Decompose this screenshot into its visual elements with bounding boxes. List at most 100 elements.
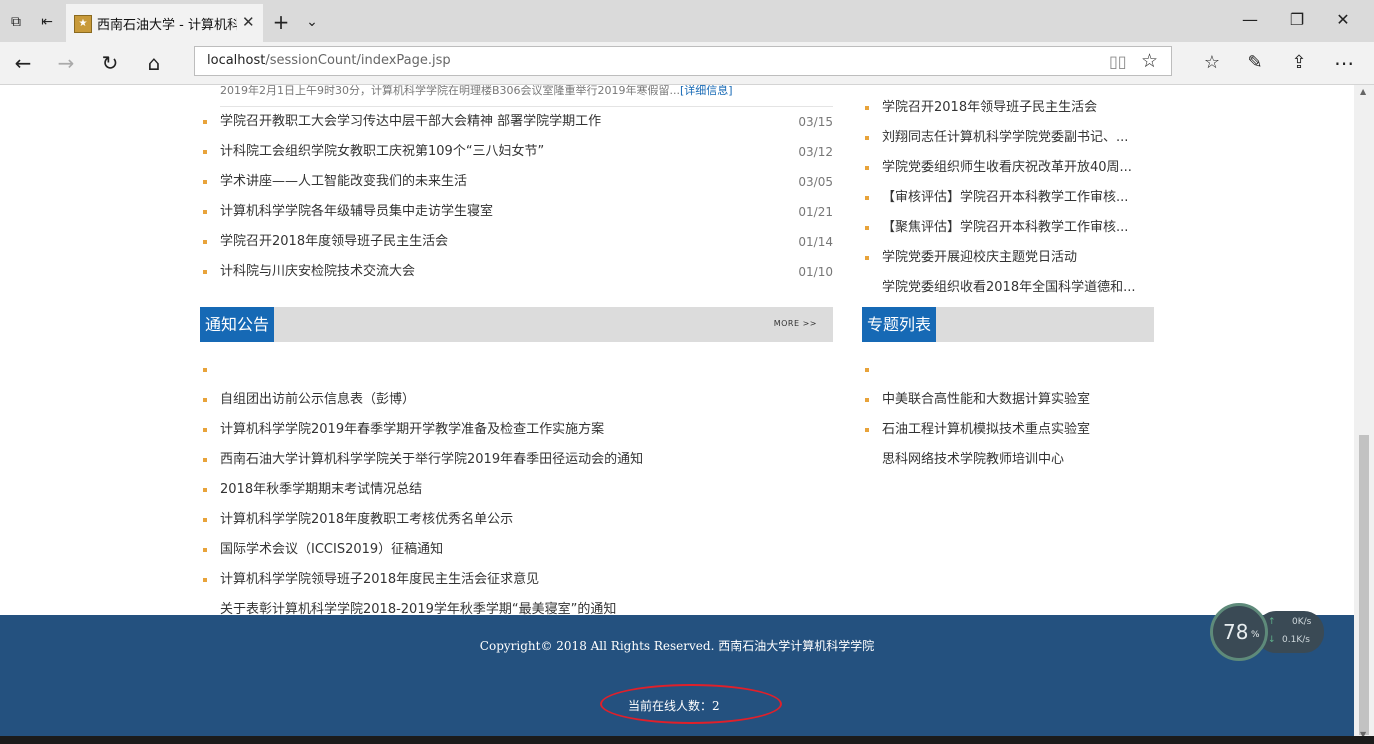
notices-item[interactable]: 计算机科学学院2018年度教职工考核优秀名单公示 [200,505,833,535]
tab-close-icon[interactable]: ✕ [242,13,255,31]
topics-item[interactable]: 石油工程计算机模拟技术重点实验室 [862,415,1154,445]
topics-item[interactable] [862,355,1154,385]
right_news-item[interactable]: 学院党委开展迎校庆主题党日活动 [862,243,1154,273]
right_news-item-title[interactable]: 学院召开2018年领导班子民主生活会 [882,93,1097,123]
site-favicon-icon: ★ [74,15,92,33]
address-bar[interactable]: localhost/sessionCount/indexPage.jsp ▯▯ … [194,46,1172,76]
page-scrollbar[interactable]: ▲ ▼ [1354,85,1374,744]
topics-item-title[interactable]: 思科网络技术学院教师培训中心 [882,445,1064,475]
right_news-item-title[interactable]: 【审核评估】学院召开本科教学工作审核... [882,183,1128,213]
bullet-icon [203,518,207,522]
right_news-item[interactable]: 刘翔同志任计算机科学学院党委副书记、... [862,123,1154,153]
bullet-icon [203,368,207,372]
taskbar [0,736,1374,744]
scroll-up-icon[interactable]: ▲ [1360,87,1366,96]
news-item[interactable]: 学院召开2018年度领导班子民主生活会 01/14 [200,227,833,257]
notices-item[interactable]: 2018年秋季学期期末考试情况总结 [200,475,833,505]
news-item-title[interactable]: 计科院工会组织学院女教职工庆祝第109个“三八妇女节” [220,137,793,167]
topics-item-title[interactable]: 中美联合高性能和大数据计算实验室 [882,385,1090,415]
favorites-hub-icon[interactable]: ☆ [1198,49,1226,77]
right_news-item-title[interactable]: 学院党委组织收看2018年全国科学道德和... [882,273,1135,303]
news-item[interactable]: 计科院工会组织学院女教职工庆祝第109个“三八妇女节” 03/12 [200,137,833,167]
notices-item-title[interactable]: 2018年秋季学期期末考试情况总结 [220,475,422,505]
bullet-icon [203,210,207,214]
notices-item-title[interactable]: 国际学术会议（ICCIS2019）征稿通知 [220,535,443,565]
favorite-star-icon[interactable]: ☆ [1141,50,1158,72]
news-item[interactable]: 学院召开教职工大会学习传达中层干部大会精神 部署学院学期工作 03/15 [200,107,833,137]
system-monitor-widget[interactable]: ↑ 0K/s ↓ 0.1K/s 78% [1210,603,1326,661]
set-tabs-aside-icon[interactable]: ⇤ [38,13,56,31]
reading-view-icon[interactable]: ▯▯ [1109,52,1127,71]
tab-preview-chevron-icon[interactable]: ⌄ [303,13,321,31]
right_news-item-title[interactable]: 学院党委开展迎校庆主题党日活动 [882,243,1077,273]
notices-item[interactable]: 自组团出访前公示信息表（彭博） [200,385,833,415]
bullet-icon [865,106,869,110]
news-item-title[interactable]: 学院召开教职工大会学习传达中层干部大会精神 部署学院学期工作 [220,107,793,137]
right_news-item[interactable]: 【审核评估】学院召开本科教学工作审核... [862,183,1154,213]
news-item-title[interactable]: 学院召开2018年度领导班子民主生活会 [220,227,793,257]
topics-item[interactable]: 思科网络技术学院教师培训中心 [862,445,1154,475]
refresh-icon[interactable]: ↻ [96,49,124,77]
notices-item[interactable]: 国际学术会议（ICCIS2019）征稿通知 [200,535,833,565]
right_news-item[interactable]: 学院党委组织师生收看庆祝改革开放40周... [862,153,1154,183]
notices-heading: 通知公告 [200,307,275,342]
right_news-item[interactable]: 学院召开2018年领导班子民主生活会 [862,93,1154,123]
news-item[interactable]: 学术讲座——人工智能改变我们的未来生活 03/05 [200,167,833,197]
bullet-icon [865,136,869,140]
notices-item-title[interactable]: 计算机科学学院领导班子2018年度民主生活会征求意见 [220,565,539,595]
news-list: 学院召开教职工大会学习传达中层干部大会精神 部署学院学期工作 03/15 计科院工会… [200,107,833,287]
notices-item-title[interactable]: 自组团出访前公示信息表（彭博） [220,385,415,415]
details-link[interactable]: [详细信息] [680,85,733,97]
copyright-text: Copyright© 2018 All Rights Reserved. 西南石… [479,639,875,653]
bullet-icon [865,368,869,372]
minimize-icon[interactable]: — [1240,10,1260,30]
bullet-icon [865,398,869,402]
notices-item-title[interactable]: 计算机科学学院2018年度教职工考核优秀名单公示 [220,505,513,535]
tab-actions-icon[interactable]: ⧉ [7,13,25,31]
tab-title: 西南石油大学 - 计算机科 [97,18,237,33]
notices-item-title[interactable]: 西南石油大学计算机科学学院关于举行学院2019年春季田径运动会的通知 [220,445,643,475]
notices-item[interactable]: 西南石油大学计算机科学学院关于举行学院2019年春季田径运动会的通知 [200,445,833,475]
back-arrow-icon[interactable]: ← [9,49,37,77]
news-item[interactable]: 计科院与川庆安检院技术交流大会 01/10 [200,257,833,287]
home-icon[interactable]: ⌂ [140,49,168,77]
more-link[interactable]: MORE >> [774,319,817,328]
news-item[interactable]: 计算机科学学院各年级辅导员集中走访学生寝室 01/21 [200,197,833,227]
pen-icon[interactable]: ✎ [1241,49,1269,77]
topics-heading: 专题列表 [862,307,937,342]
news-item-date: 03/12 [798,145,833,159]
gauge-percent: 78 [1223,620,1249,644]
topics-header: 专题列表 [862,307,1154,342]
right_news-item[interactable]: 【聚焦评估】学院召开本科教学工作审核... [862,213,1154,243]
news-item-title[interactable]: 计科院与川庆安检院技术交流大会 [220,257,793,287]
topics-item-title[interactable]: 石油工程计算机模拟技术重点实验室 [882,415,1090,445]
notices-item[interactable]: 计算机科学学院2019年春季学期开学教学准备及检查工作实施方案 [200,415,833,445]
news-item-title[interactable]: 计算机科学学院各年级辅导员集中走访学生寝室 [220,197,793,227]
restore-icon[interactable]: ❐ [1287,10,1307,30]
more-menu-icon[interactable]: ⋯ [1330,49,1358,77]
right_news-item-title[interactable]: 学院党委组织师生收看庆祝改革开放40周... [882,153,1132,183]
notices-item[interactable] [200,355,833,385]
news-item-date: 03/05 [798,175,833,189]
news-item-date: 01/21 [798,205,833,219]
new-tab-icon[interactable]: + [272,12,290,32]
window-close-icon[interactable]: ✕ [1333,10,1353,30]
bullet-icon [203,548,207,552]
upload-speed: 0K/s [1292,617,1312,627]
bullet-icon [865,196,869,200]
notices-item-title[interactable]: 计算机科学学院2019年春季学期开学教学准备及检查工作实施方案 [220,415,604,445]
browser-tab[interactable]: ★ 西南石油大学 - 计算机科 ✕ [66,4,263,42]
gauge-percent-unit: % [1251,630,1260,640]
right_news-item-title[interactable]: 【聚焦评估】学院召开本科教学工作审核... [882,213,1128,243]
scrollbar-thumb[interactable] [1359,435,1369,735]
forward-arrow-icon[interactable]: → [52,49,80,77]
share-icon[interactable]: ⇪ [1285,49,1313,77]
tab-bar: ⧉ ⇤ ★ 西南石油大学 - 计算机科 ✕ + ⌄ — ❐ ✕ [0,0,1374,42]
right_news-item-title[interactable]: 刘翔同志任计算机科学学院党委副书记、... [882,123,1128,153]
news-item-title[interactable]: 学术讲座——人工智能改变我们的未来生活 [220,167,793,197]
notices-header: 通知公告 MORE >> [200,307,833,342]
news-summary-text: 2019年2月1日上午9时30分，计算机科学学院在明理楼B306会议室隆重举行2… [220,85,681,97]
notices-item[interactable]: 计算机科学学院领导班子2018年度民主生活会征求意见 [200,565,833,595]
topics-item[interactable]: 中美联合高性能和大数据计算实验室 [862,385,1154,415]
right_news-item[interactable]: 学院党委组织收看2018年全国科学道德和... [862,273,1154,303]
